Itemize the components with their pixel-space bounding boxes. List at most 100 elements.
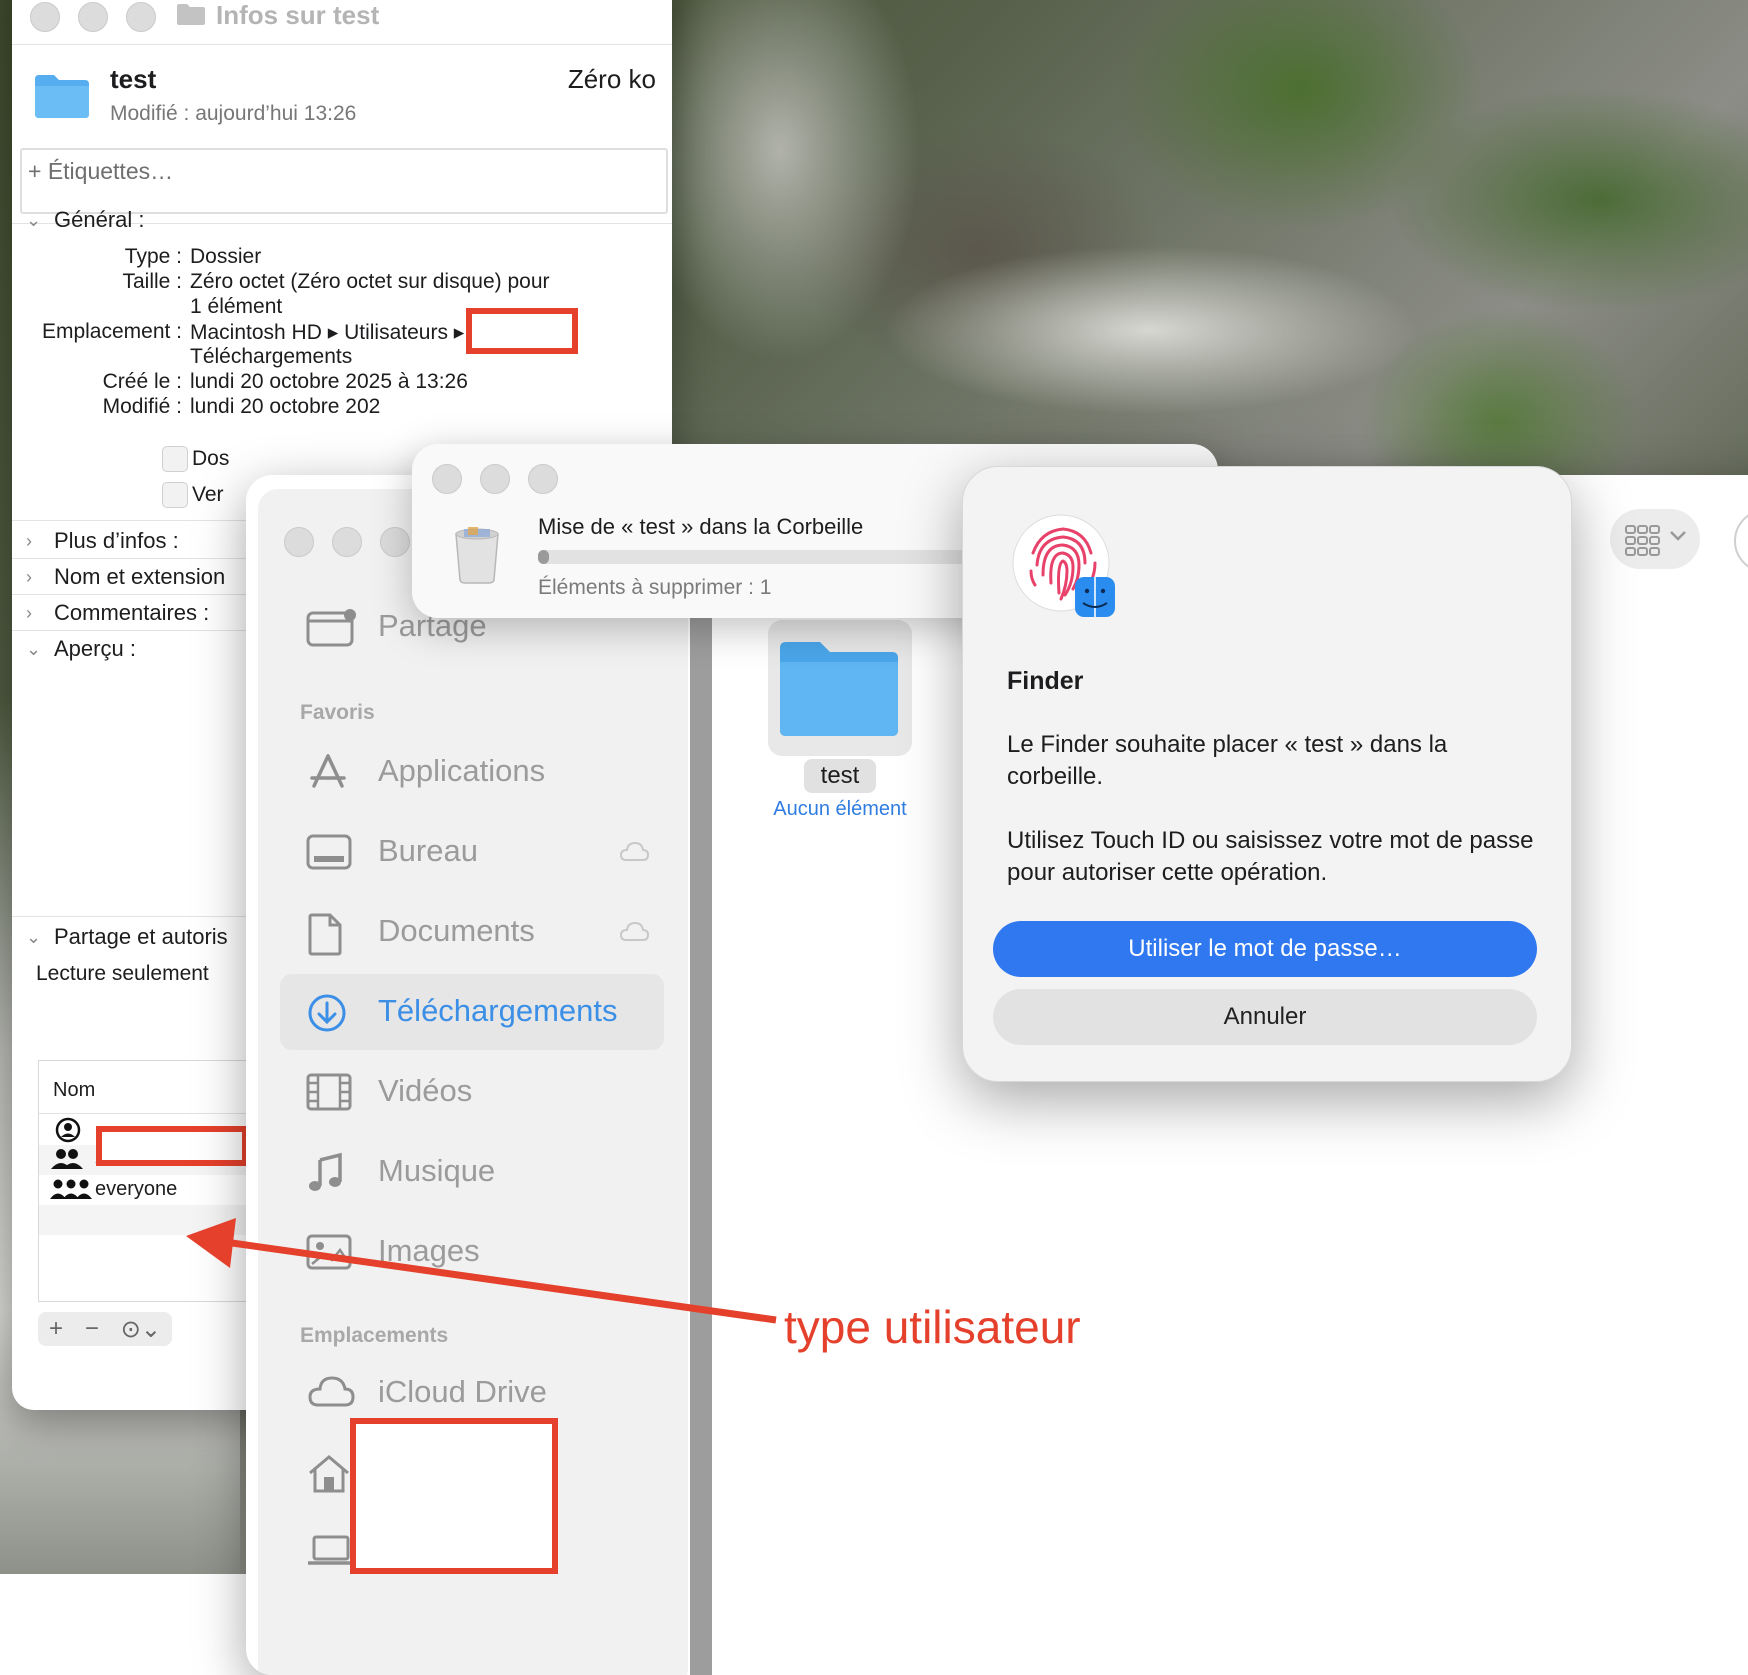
sidebar-item-label: Téléchargements: [378, 993, 618, 1028]
grid-view-icon: [1624, 523, 1662, 557]
zoom-button[interactable]: [126, 2, 156, 32]
redaction-box: [96, 1126, 248, 1166]
window-controls: [284, 527, 410, 557]
item-size: Zéro ko: [567, 64, 656, 94]
photo-icon: [306, 1232, 352, 1272]
section-preview[interactable]: ⌄ Aperçu :: [26, 636, 136, 662]
dialog-message: Le Finder souhaite placer « test » dans …: [1007, 731, 1448, 790]
desktop-icon: [306, 832, 352, 872]
touch-id-icon: [1011, 513, 1121, 623]
zoom-button[interactable]: [380, 527, 410, 557]
size-value-line2: 1 élément: [190, 295, 283, 318]
window-controls: [432, 464, 558, 494]
size-value: Zéro octet (Zéro octet sur disque) pour: [190, 270, 550, 293]
section-comments[interactable]: › Commentaires :: [26, 600, 209, 626]
type-key: Type :: [124, 245, 182, 268]
checkbox-locked-label: Ver: [192, 483, 224, 506]
sidebar-item-music[interactable]: Musique: [280, 1134, 664, 1210]
minimize-button[interactable]: [78, 2, 108, 32]
checkbox-locked[interactable]: [162, 482, 188, 508]
tags-field[interactable]: + Étiquettes…: [20, 148, 668, 214]
sidebar-item-videos[interactable]: Vidéos: [280, 1054, 664, 1130]
divider: [39, 1113, 249, 1114]
cancel-button[interactable]: Annuler: [993, 989, 1537, 1045]
sidebar-item-label: Musique: [378, 1153, 496, 1188]
sidebar-item-documents[interactable]: Documents: [280, 894, 664, 970]
folder-name[interactable]: test: [804, 759, 876, 793]
chevron-down-icon: [1668, 529, 1688, 543]
table-header-name: Nom: [53, 1079, 96, 1101]
access-level-text: Lecture seulement: [36, 962, 209, 985]
sidebar-item-applications[interactable]: Applications: [280, 734, 664, 810]
created-key: Créé le :: [102, 370, 182, 393]
minimize-button[interactable]: [332, 527, 362, 557]
laptop-icon: [306, 1533, 356, 1567]
sidebar-item-downloads[interactable]: Téléchargements: [280, 974, 664, 1050]
checkbox-shared-label: Dos: [192, 447, 230, 470]
section-name-extension[interactable]: › Nom et extension: [26, 564, 225, 590]
section-more-info-label: Plus d’infos :: [54, 528, 179, 553]
user-icon: [55, 1117, 81, 1143]
dialog-app-name: Finder: [1007, 667, 1084, 695]
window-controls: [30, 2, 156, 32]
document-icon: [306, 912, 346, 956]
favorites-header: Favoris: [300, 701, 375, 724]
cloud-icon: [618, 920, 650, 942]
modified-key: Modifié :: [102, 395, 182, 418]
sidebar-item-label: Documents: [378, 913, 535, 948]
checkbox-shared[interactable]: [162, 446, 188, 472]
chevron-down-icon: ⌄: [26, 927, 42, 947]
location-value: Macintosh HD ▸ Utilisateurs ▸: [190, 321, 465, 344]
table-row[interactable]: everyone: [39, 1175, 249, 1205]
film-icon: [306, 1072, 352, 1112]
section-preview-label: Aperçu :: [54, 636, 136, 661]
more-options-icon[interactable]: ⊙⌄: [121, 1315, 161, 1344]
folder-icon: [176, 2, 206, 26]
music-icon: [306, 1152, 346, 1194]
section-sharing-label: Partage et autoris: [54, 924, 228, 949]
trash-icon: [452, 526, 502, 584]
close-button[interactable]: [284, 527, 314, 557]
section-sharing[interactable]: ⌄ Partage et autoris: [26, 924, 228, 950]
section-general-label: Général :: [54, 207, 145, 232]
cloud-icon: [618, 840, 650, 862]
created-value: lundi 20 octobre 2025 à 13:26: [190, 370, 468, 393]
window-title: Infos sur test: [216, 0, 380, 30]
shared-folder-icon: [306, 607, 358, 647]
toolbar-button[interactable]: [1734, 509, 1748, 573]
info-titlebar: Infos sur test: [12, 0, 672, 45]
zoom-button[interactable]: [528, 464, 558, 494]
permissions-controls: + − ⊙⌄: [38, 1312, 172, 1346]
close-button[interactable]: [30, 2, 60, 32]
minus-icon[interactable]: −: [85, 1315, 99, 1343]
sidebar-item-desktop[interactable]: Bureau: [280, 814, 664, 890]
folder-item[interactable]: [768, 620, 912, 756]
sidebar-item-label: Images: [378, 1233, 480, 1268]
section-general[interactable]: ⌄ Général :: [26, 207, 145, 233]
use-password-button[interactable]: Utiliser le mot de passe…: [993, 921, 1537, 977]
group-icon: [49, 1147, 85, 1171]
item-name: test: [110, 64, 157, 94]
sidebar-item-label: Applications: [378, 753, 546, 788]
plus-icon[interactable]: +: [49, 1315, 63, 1343]
everyone-icon: [49, 1177, 93, 1201]
table-row: [39, 1205, 249, 1235]
minimize-button[interactable]: [480, 464, 510, 494]
progress-count: Éléments à supprimer : 1: [538, 576, 772, 599]
section-more-info[interactable]: › Plus d’infos :: [26, 528, 179, 554]
view-options-button[interactable]: [1610, 509, 1700, 569]
row-label: everyone: [95, 1178, 178, 1200]
sidebar-item-label: iCloud Drive: [378, 1374, 547, 1409]
tags-placeholder: + Étiquettes…: [28, 158, 174, 184]
redaction-box: [350, 1418, 558, 1574]
folder-icon: [780, 642, 898, 736]
progress-message: Mise de « test » dans la Corbeille: [538, 514, 864, 539]
dialog-instructions: Utilisez Touch ID ou saisissez votre mot…: [1007, 827, 1534, 886]
close-button[interactable]: [432, 464, 462, 494]
sidebar-item-images[interactable]: Images: [280, 1214, 664, 1290]
section-comments-label: Commentaires :: [54, 600, 210, 625]
sidebar-divider[interactable]: [690, 475, 712, 1675]
sidebar-item-label: Vidéos: [378, 1073, 473, 1108]
type-value: Dossier: [190, 245, 262, 268]
size-key: Taille :: [122, 270, 182, 293]
